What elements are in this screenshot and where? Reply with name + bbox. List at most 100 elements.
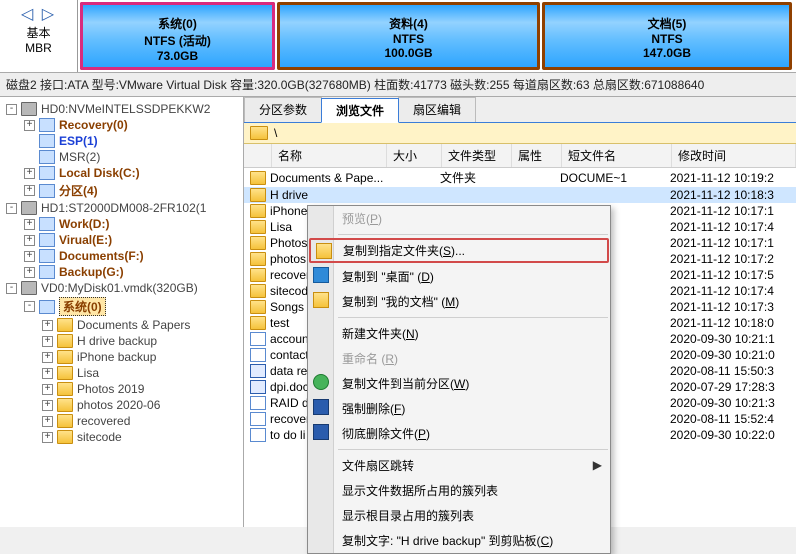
- context-menu[interactable]: 预览(P)复制到指定文件夹(S)...复制到 "桌面" (D)复制到 "我的文档…: [307, 205, 611, 554]
- menu-item[interactable]: 显示根目录占用的簇列表: [308, 503, 610, 528]
- menu-item[interactable]: 复制到指定文件夹(S)...: [309, 238, 609, 263]
- tree-toggle-icon[interactable]: +: [24, 267, 35, 278]
- path-bar[interactable]: \: [244, 123, 796, 144]
- menu-item[interactable]: 复制到 "我的文档" (M): [308, 289, 610, 314]
- file-row[interactable]: Documents & Pape...文件夹DOCUME~12021-11-12…: [244, 168, 796, 187]
- tree-node[interactable]: + Local Disk(C:): [0, 165, 243, 181]
- tree-toggle-icon[interactable]: +: [24, 185, 35, 196]
- tree-label: MSR(2): [59, 150, 100, 164]
- file-icon: [250, 428, 266, 442]
- menu-item[interactable]: 彻底删除文件(P): [308, 421, 610, 446]
- tree-toggle-icon[interactable]: +: [24, 235, 35, 246]
- tree-node[interactable]: +H drive backup: [0, 333, 243, 349]
- tree-label: 系统(0): [59, 297, 106, 316]
- tree-toggle-icon[interactable]: +: [24, 219, 35, 230]
- menu-item: 重命名 (R): [308, 346, 610, 371]
- volume-icon: [39, 265, 55, 279]
- tree-toggle-icon[interactable]: +: [24, 120, 35, 131]
- tree-node[interactable]: + 分区(4): [0, 181, 243, 200]
- tree-toggle-icon[interactable]: +: [42, 384, 53, 395]
- file-icon: [250, 380, 266, 394]
- tree-node[interactable]: MSR(2): [0, 149, 243, 165]
- tree-label: 分区(4): [59, 182, 98, 199]
- nav-arrows-icon[interactable]: ◁ ▷: [0, 4, 77, 24]
- tree-toggle-icon[interactable]: +: [42, 320, 53, 331]
- tab-browse-files[interactable]: 浏览文件: [321, 98, 399, 123]
- tree-node[interactable]: +Backup(G:): [0, 264, 243, 280]
- tree-node[interactable]: + Documents & Papers: [0, 317, 243, 333]
- tree-node[interactable]: +Documents(F:): [0, 248, 243, 264]
- tree-toggle-icon[interactable]: -: [6, 203, 17, 214]
- col-short[interactable]: 短文件名: [562, 144, 672, 167]
- volume-icon: [39, 217, 55, 231]
- file-columns[interactable]: 名称 大小 文件类型 属性 短文件名 修改时间: [244, 144, 796, 168]
- volume-icon: [39, 118, 55, 132]
- tree-node[interactable]: +recovered: [0, 413, 243, 429]
- tree-node[interactable]: +photos 2020-06: [0, 397, 243, 413]
- tree-node[interactable]: -VD0:MyDisk01.vmdk(320GB): [0, 280, 243, 296]
- mbr-label: MBR: [0, 41, 77, 55]
- tab-sector-edit[interactable]: 扇区编辑: [398, 97, 476, 122]
- tree-node[interactable]: +Work(D:): [0, 216, 243, 232]
- tree-toggle-icon[interactable]: +: [42, 336, 53, 347]
- col-size[interactable]: 大小: [387, 144, 442, 167]
- tree-label: HD0:NVMeINTELSSDPEKKW2: [41, 102, 210, 116]
- tree-label: Local Disk(C:): [59, 166, 140, 180]
- tree-node[interactable]: - 系统(0): [0, 296, 243, 317]
- disk-icon: [21, 102, 37, 116]
- volume-icon: [39, 150, 55, 164]
- tree-toggle-icon[interactable]: -: [6, 283, 17, 294]
- tree-label: Documents & Papers: [77, 318, 190, 332]
- menu-item[interactable]: 文件扇区跳转▶: [308, 453, 610, 478]
- folder-icon: [250, 188, 266, 202]
- tree-toggle-icon[interactable]: +: [42, 400, 53, 411]
- col-name[interactable]: 名称: [272, 144, 387, 167]
- tree-toggle-icon[interactable]: +: [42, 432, 53, 443]
- col-type[interactable]: 文件类型: [442, 144, 512, 167]
- file-icon: [250, 348, 266, 362]
- tree-node[interactable]: +sitecode: [0, 429, 243, 445]
- tree-toggle-icon[interactable]: +: [42, 352, 53, 363]
- menu-item[interactable]: 新建文件夹(N): [308, 321, 610, 346]
- tree-node[interactable]: ESP(1): [0, 133, 243, 149]
- partition-block[interactable]: 文档(5)NTFS147.0GB: [542, 2, 792, 70]
- disk-icon: [313, 374, 329, 390]
- tree-node[interactable]: - HD0:NVMeINTELSSDPEKKW2: [0, 101, 243, 117]
- volume-icon: [39, 184, 55, 198]
- tree-label: iPhone backup: [77, 350, 156, 364]
- volume-icon: [39, 300, 55, 314]
- tab-partition-params[interactable]: 分区参数: [244, 97, 322, 122]
- tree-toggle-icon[interactable]: +: [24, 168, 35, 179]
- menu-label: 文件扇区跳转: [342, 459, 414, 473]
- tree-toggle-icon[interactable]: -: [24, 301, 35, 312]
- tree-label: ESP(1): [59, 134, 98, 148]
- folder-icon: [57, 334, 73, 348]
- partition-block[interactable]: 资料(4)NTFS100.0GB: [277, 2, 540, 70]
- menu-item[interactable]: 复制文件到当前分区(W): [308, 371, 610, 396]
- tree-node[interactable]: +Recovery(0): [0, 117, 243, 133]
- disk-icon: [21, 281, 37, 295]
- disk-tree[interactable]: - HD0:NVMeINTELSSDPEKKW2+Recovery(0)ESP(1…: [0, 97, 244, 527]
- menu-item[interactable]: 复制文字: "H drive backup" 到剪贴板(C): [308, 528, 610, 553]
- menu-item[interactable]: 复制到 "桌面" (D): [308, 264, 610, 289]
- col-mtime[interactable]: 修改时间: [672, 144, 796, 167]
- menu-item[interactable]: 强制删除(F): [308, 396, 610, 421]
- tree-node[interactable]: +Virual(E:): [0, 232, 243, 248]
- menu-label: 复制文字: "H drive backup" 到剪贴板(C): [342, 534, 553, 548]
- tree-node[interactable]: + iPhone backup: [0, 349, 243, 365]
- tree-node[interactable]: +Photos 2019: [0, 381, 243, 397]
- tree-node[interactable]: +Lisa: [0, 365, 243, 381]
- file-row[interactable]: H drive2021-11-12 10:18:3: [244, 187, 796, 203]
- tree-toggle-icon[interactable]: +: [42, 416, 53, 427]
- col-attr[interactable]: 属性: [512, 144, 562, 167]
- tree-toggle-icon[interactable]: -: [6, 104, 17, 115]
- folder-icon: [57, 398, 73, 412]
- tree-toggle-icon[interactable]: +: [42, 368, 53, 379]
- menu-item[interactable]: 显示文件数据所占用的簇列表: [308, 478, 610, 503]
- disk-icon: [21, 201, 37, 215]
- disk-status-bar: 磁盘2 接口:ATA 型号:VMware Virtual Disk 容量:320…: [0, 72, 796, 97]
- partition-block[interactable]: 系统(0)NTFS (活动)73.0GB: [80, 2, 275, 70]
- tree-label: HD1:ST2000DM008-2FR102(1: [41, 201, 206, 215]
- tree-node[interactable]: - HD1:ST2000DM008-2FR102(1: [0, 200, 243, 216]
- tree-toggle-icon[interactable]: +: [24, 251, 35, 262]
